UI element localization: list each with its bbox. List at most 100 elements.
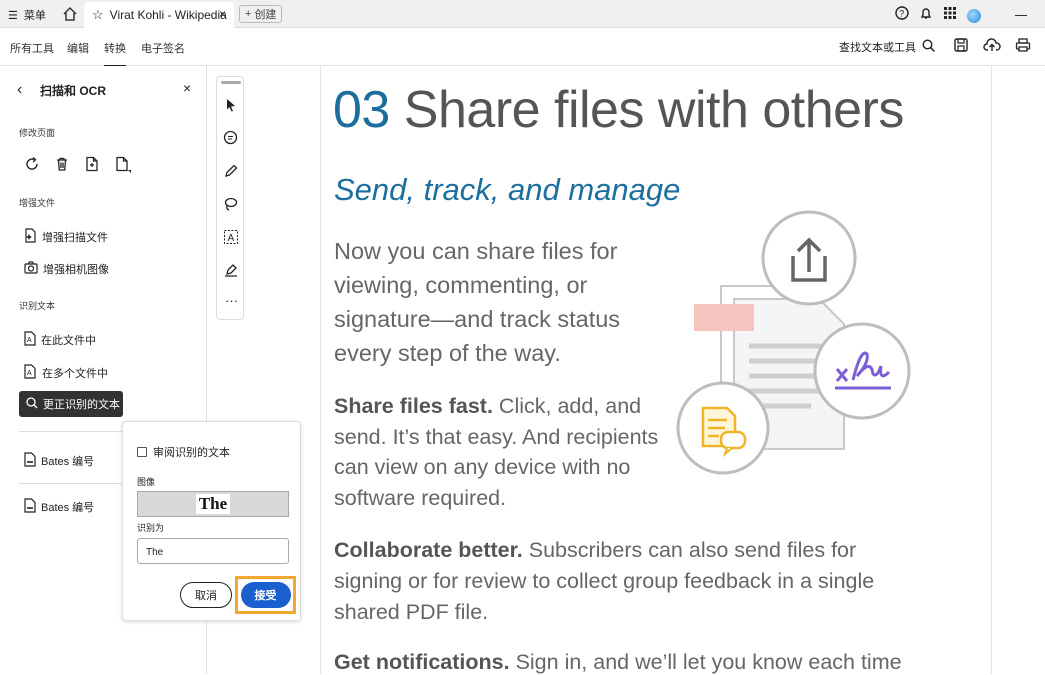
p1-line: software required.	[334, 485, 507, 510]
ocr-this-file-label: 在此文件中	[41, 335, 96, 347]
menu-all-tools[interactable]: 所有工具	[10, 40, 54, 56]
enhance-scan-label: 增强扫描文件	[42, 232, 108, 244]
pdf-page: 03 Share files with others Send, track, …	[320, 66, 992, 674]
hamburger-icon: ☰	[8, 9, 18, 22]
section-recognize-text: 识别文本	[19, 301, 56, 311]
help-icon[interactable]: ?	[895, 6, 909, 25]
more-options-icon[interactable]: ···	[225, 293, 238, 308]
recognized-text-field[interactable]: The	[137, 538, 289, 564]
save-icon[interactable]	[953, 37, 969, 58]
review-text-checkbox-row[interactable]: 审阅识别的文本	[137, 444, 230, 460]
enhance-scan-item[interactable]: 增强扫描文件	[24, 228, 108, 246]
delete-icon[interactable]	[54, 156, 70, 179]
heading-number: 03	[333, 81, 390, 139]
bates-numbering-item-2[interactable]: Bates 编号	[24, 498, 94, 516]
comment-icon[interactable]	[223, 130, 239, 151]
search-icon	[922, 39, 936, 55]
sticky-note-badge	[676, 381, 770, 475]
tab-wikipedia[interactable]: ☆ Virat Kohli - Wikipedia ×	[84, 2, 234, 28]
svg-text:A: A	[27, 337, 32, 344]
menu-convert[interactable]: 转换	[104, 40, 126, 67]
ocr-this-file-item[interactable]: A 在此文件中	[24, 331, 96, 349]
review-checkbox-label: 审阅识别的文本	[153, 447, 230, 459]
review-checkbox[interactable]	[137, 447, 147, 457]
rotate-icon[interactable]	[24, 156, 40, 179]
ocr-multiple-files-label: 在多个文件中	[42, 368, 108, 380]
accept-highlight: 接受	[235, 576, 296, 614]
avatar[interactable]	[967, 8, 981, 23]
menu-button[interactable]: ☰ 菜单	[8, 7, 46, 23]
correct-recognized-text-button[interactable]: 更正识别的文本	[19, 391, 123, 417]
new-tab-button[interactable]: + 创建	[239, 5, 283, 23]
bell-icon[interactable]	[919, 6, 933, 25]
intro-line: viewing, commenting, or	[334, 272, 588, 298]
ocr-image-preview: The	[137, 491, 289, 517]
paragraph-collaborate: Collaborate better. Subscribers can also…	[334, 535, 874, 628]
pen-icon[interactable]	[223, 163, 239, 184]
p2-line: Subscribers can also send files for	[522, 538, 857, 562]
intro-paragraph: Now you can share files for viewing, com…	[334, 234, 620, 370]
text-box-icon[interactable]: A	[223, 229, 239, 250]
p1-line: Click, add, and	[492, 394, 642, 418]
bates-icon	[24, 498, 36, 516]
menu-esign[interactable]: 电子签名	[141, 40, 185, 56]
insert-page-icon[interactable]	[114, 156, 132, 179]
accept-button[interactable]: 接受	[240, 582, 291, 608]
svg-text:A: A	[27, 370, 32, 377]
home-icon[interactable]	[62, 6, 78, 27]
modify-page-actions	[24, 156, 132, 179]
drag-handle[interactable]	[221, 81, 241, 84]
intro-line: every step of the way.	[334, 340, 561, 366]
star-icon[interactable]: ☆	[92, 7, 104, 23]
ocr-multiple-files-item[interactable]: A 在多个文件中	[24, 364, 108, 382]
scan-file-icon	[24, 228, 37, 246]
find-label: 查找文本或工具	[839, 42, 916, 54]
minimize-icon[interactable]	[1015, 15, 1027, 16]
enhance-camera-label: 增强相机图像	[43, 264, 109, 276]
image-word: The	[195, 494, 231, 514]
app-toolbar: 所有工具 编辑 转换 电子签名 查找文本或工具	[0, 28, 1045, 67]
review-ocr-popup: 审阅识别的文本 图像 The 识别为 The 取消 接受	[122, 421, 301, 621]
correct-text-label: 更正识别的文本	[43, 399, 120, 411]
p3-bold: Get notifications.	[334, 650, 510, 674]
panel-title: 扫描和 OCR	[40, 84, 107, 98]
close-tab-icon[interactable]: ×	[219, 7, 226, 21]
apps-grid-icon[interactable]	[943, 6, 957, 25]
quick-tools-bar: A ···	[216, 76, 244, 320]
print-icon[interactable]	[1015, 37, 1031, 58]
p2-line: signing or for review to collect group f…	[334, 569, 875, 593]
select-cursor-icon[interactable]	[223, 97, 239, 118]
bates-numbering-item-1[interactable]: Bates 编号	[24, 452, 94, 470]
recognized-label: 识别为	[137, 523, 165, 533]
find-tool[interactable]: 查找文本或工具	[839, 39, 936, 55]
p3-line: Sign in, and we’ll let you know each tim…	[509, 650, 902, 674]
image-label: 图像	[137, 477, 156, 487]
section-enhance: 增强文件	[19, 198, 56, 208]
p1-line: send. It’s that easy. And recipients	[334, 424, 659, 449]
browser-tab-bar: ☰ 菜单 ☆ Virat Kohli - Wikipedia × + 创建 ?	[0, 0, 1045, 28]
back-arrow-icon[interactable]: ‹	[17, 81, 22, 99]
bates-label-2: Bates 编号	[41, 502, 95, 514]
close-panel-icon[interactable]: ×	[183, 80, 191, 96]
menu-edit[interactable]: 编辑	[67, 40, 89, 56]
svg-text:?: ?	[899, 9, 904, 19]
subheading: Send, track, and manage	[334, 172, 681, 207]
upload-circle-icon	[761, 210, 857, 306]
signature-badge	[813, 322, 911, 420]
cloud-upload-icon[interactable]	[983, 37, 1001, 58]
toolbar-actions	[953, 37, 1031, 58]
intro-line: Now you can share files for	[334, 238, 618, 264]
multiple-files-icon: A	[24, 364, 37, 382]
intro-line: signature—and track status	[334, 306, 621, 332]
paragraph-share: Share files fast. Click, add, and send. …	[334, 391, 658, 513]
enhance-camera-item[interactable]: 增强相机图像	[24, 261, 109, 277]
extract-page-icon[interactable]	[84, 156, 100, 179]
sign-icon[interactable]	[223, 262, 239, 283]
cancel-button[interactable]: 取消	[180, 582, 232, 608]
menu-label: 菜单	[23, 10, 46, 22]
bates-icon	[24, 452, 36, 470]
p1-line: can view on any device with no	[334, 455, 631, 479]
lasso-icon[interactable]	[223, 196, 239, 217]
p2-bold: Collaborate better.	[334, 538, 523, 562]
tab-title: Virat Kohli - Wikipedia	[109, 8, 227, 22]
